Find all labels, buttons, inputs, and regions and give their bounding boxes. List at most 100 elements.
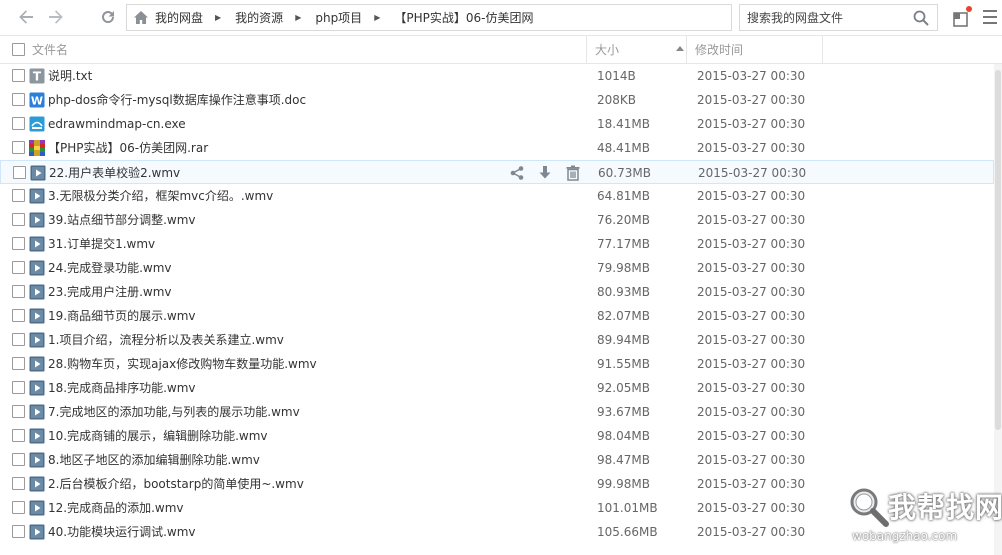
- file-size: 76.20MB: [597, 213, 650, 227]
- file-modified-date: 2015-03-27 00:30: [697, 237, 806, 251]
- arrow-right-icon: [49, 10, 63, 24]
- address-bar[interactable]: 我的网盘 ▶ 我的资源 ▶ php项目 ▶ 【PHP实战】06-仿美团网: [126, 4, 732, 31]
- file-modified-date: 2015-03-27 00:30: [697, 141, 806, 155]
- file-name[interactable]: 39.站点细节部分调整.wmv: [48, 208, 196, 232]
- row-checkbox[interactable]: [13, 166, 26, 179]
- row-checkbox[interactable]: [12, 117, 25, 130]
- video-file-icon: [29, 476, 45, 492]
- file-row[interactable]: 23.完成用户注册.wmv 80.93MB 2015-03-27 00:30: [0, 280, 994, 304]
- file-size: 77.17MB: [597, 237, 650, 251]
- row-checkbox[interactable]: [12, 309, 25, 322]
- file-name[interactable]: 12.完成商品的添加.wmv: [48, 496, 184, 520]
- row-checkbox[interactable]: [12, 189, 25, 202]
- file-row[interactable]: 19.商品细节页的展示.wmv 82.07MB 2015-03-27 00:30: [0, 304, 994, 328]
- row-checkbox[interactable]: [12, 93, 25, 106]
- search-icon[interactable]: [913, 10, 929, 26]
- row-checkbox[interactable]: [12, 285, 25, 298]
- column-divider[interactable]: [686, 36, 687, 64]
- row-checkbox[interactable]: [12, 477, 25, 490]
- row-checkbox[interactable]: [12, 381, 25, 394]
- file-name[interactable]: edrawmindmap-cn.exe: [48, 112, 186, 136]
- row-checkbox[interactable]: [12, 237, 25, 250]
- file-name[interactable]: 19.商品细节页的展示.wmv: [48, 304, 196, 328]
- file-name[interactable]: 28.购物车页，实现ajax修改购物车数量功能.wmv: [48, 352, 317, 376]
- video-file-icon: [29, 236, 45, 252]
- delete-button[interactable]: [564, 164, 582, 182]
- file-row[interactable]: Wphp-dos命令行-mysql数据库操作注意事项.doc 208KB 2015-…: [0, 88, 994, 112]
- breadcrumb-my-resources[interactable]: 我的资源: [233, 9, 285, 26]
- file-name[interactable]: 40.功能模块运行调试.wmv: [48, 520, 196, 544]
- file-name[interactable]: 说明.txt: [48, 64, 92, 88]
- row-checkbox[interactable]: [12, 213, 25, 226]
- breadcrumb-current-folder[interactable]: 【PHP实战】06-仿美团网: [392, 9, 535, 26]
- select-all-checkbox[interactable]: [12, 43, 25, 56]
- file-row[interactable]: 24.完成登录功能.wmv 79.98MB 2015-03-27 00:30: [0, 256, 994, 280]
- file-name[interactable]: 22.用户表单校验2.wmv: [49, 161, 180, 185]
- file-size: 101.01MB: [597, 501, 658, 515]
- file-modified-date: 2015-03-27 00:30: [697, 381, 806, 395]
- file-row[interactable]: 3.无限极分类介绍，框架mvc介绍。.wmv 64.81MB 2015-03-27 …: [0, 184, 994, 208]
- breadcrumb-my-disk[interactable]: 我的网盘: [153, 9, 205, 26]
- file-name[interactable]: 18.完成商品排序功能.wmv: [48, 376, 196, 400]
- file-size: 79.98MB: [597, 261, 650, 275]
- column-header-size[interactable]: 大小: [595, 36, 619, 64]
- watermark-title: 我帮找网: [888, 491, 1002, 524]
- column-divider[interactable]: [822, 36, 823, 64]
- file-row[interactable]: 10.完成商铺的展示，编辑删除功能.wmv 98.04MB 2015-03-27 0…: [0, 424, 994, 448]
- column-divider[interactable]: [586, 36, 587, 64]
- row-checkbox[interactable]: [12, 429, 25, 442]
- file-name[interactable]: 7.完成地区的添加功能,与列表的展示功能.wmv: [48, 400, 300, 424]
- file-modified-date: 2015-03-27 00:30: [697, 525, 806, 539]
- file-row[interactable]: edrawmindmap-cn.exe 18.41MB 2015-03-27 00:…: [0, 112, 994, 136]
- file-row[interactable]: 39.站点细节部分调整.wmv 76.20MB 2015-03-27 00:30: [0, 208, 994, 232]
- column-header-name[interactable]: 文件名: [32, 36, 68, 64]
- share-button[interactable]: [508, 164, 526, 182]
- file-name[interactable]: 24.完成登录功能.wmv: [48, 256, 172, 280]
- refresh-button[interactable]: [96, 6, 120, 28]
- file-name[interactable]: 31.订单提交1.wmv: [48, 232, 155, 256]
- file-name[interactable]: 3.无限极分类介绍，框架mvc介绍。.wmv: [48, 184, 273, 208]
- forward-button[interactable]: [44, 6, 68, 28]
- row-checkbox[interactable]: [12, 141, 25, 154]
- video-file-icon: [29, 452, 45, 468]
- row-checkbox[interactable]: [12, 357, 25, 370]
- row-checkbox[interactable]: [12, 69, 25, 82]
- row-checkbox[interactable]: [12, 405, 25, 418]
- file-row[interactable]: 7.完成地区的添加功能,与列表的展示功能.wmv 93.67MB 2015-03-2…: [0, 400, 994, 424]
- back-button[interactable]: [14, 6, 38, 28]
- download-button[interactable]: [536, 164, 554, 182]
- column-header-date[interactable]: 修改时间: [695, 36, 743, 64]
- breadcrumb-php-project[interactable]: php项目: [313, 9, 364, 26]
- file-row[interactable]: 22.用户表单校验2.wmv 60.73MB 2015-03-27 00:30: [0, 160, 994, 184]
- file-name[interactable]: 10.完成商铺的展示，编辑删除功能.wmv: [48, 424, 268, 448]
- home-icon[interactable]: [133, 10, 149, 26]
- file-name[interactable]: 23.完成用户注册.wmv: [48, 280, 172, 304]
- file-row[interactable]: 1.项目介绍，流程分析以及表关系建立.wmv 89.94MB 2015-03-27 …: [0, 328, 994, 352]
- file-modified-date: 2015-03-27 00:30: [697, 477, 806, 491]
- row-checkbox[interactable]: [12, 261, 25, 274]
- file-row[interactable]: 28.购物车页，实现ajax修改购物车数量功能.wmv 91.55MB 2015-0…: [0, 352, 994, 376]
- file-row[interactable]: 31.订单提交1.wmv 77.17MB 2015-03-27 00:30: [0, 232, 994, 256]
- search-input[interactable]: [740, 5, 905, 30]
- sort-ascending-icon[interactable]: [676, 46, 684, 51]
- file-row[interactable]: 【PHP实战】06-仿美团网.rar 48.41MB 2015-03-27 00:3…: [0, 136, 994, 160]
- file-row[interactable]: T 说明.txt 1014B 2015-03-27 00:30: [0, 64, 994, 88]
- exe-file-icon: [29, 116, 45, 132]
- file-name[interactable]: 1.项目介绍，流程分析以及表关系建立.wmv: [48, 328, 284, 352]
- breadcrumb-separator-icon: ▶: [374, 13, 381, 22]
- row-checkbox[interactable]: [12, 453, 25, 466]
- file-row[interactable]: 8.地区子地区的添加编辑删除功能.wmv 98.47MB 2015-03-27 00…: [0, 448, 994, 472]
- row-checkbox[interactable]: [12, 525, 25, 538]
- file-name[interactable]: 【PHP实战】06-仿美团网.rar: [48, 136, 208, 160]
- scrollbar-thumb[interactable]: [995, 70, 1001, 430]
- row-checkbox[interactable]: [12, 333, 25, 346]
- file-name[interactable]: 8.地区子地区的添加编辑删除功能.wmv: [48, 448, 260, 472]
- menu-icon[interactable]: [983, 8, 997, 26]
- video-file-icon: [29, 188, 45, 204]
- file-size: 48.41MB: [597, 141, 650, 155]
- row-checkbox[interactable]: [12, 501, 25, 514]
- file-name[interactable]: 2.后台模板介绍，bootstarp的简单使用~.wmv: [48, 472, 304, 496]
- file-size: 105.66MB: [597, 525, 658, 539]
- file-name[interactable]: php-dos命令行-mysql数据库操作注意事项.doc: [48, 88, 306, 112]
- file-row[interactable]: 18.完成商品排序功能.wmv 92.05MB 2015-03-27 00:30: [0, 376, 994, 400]
